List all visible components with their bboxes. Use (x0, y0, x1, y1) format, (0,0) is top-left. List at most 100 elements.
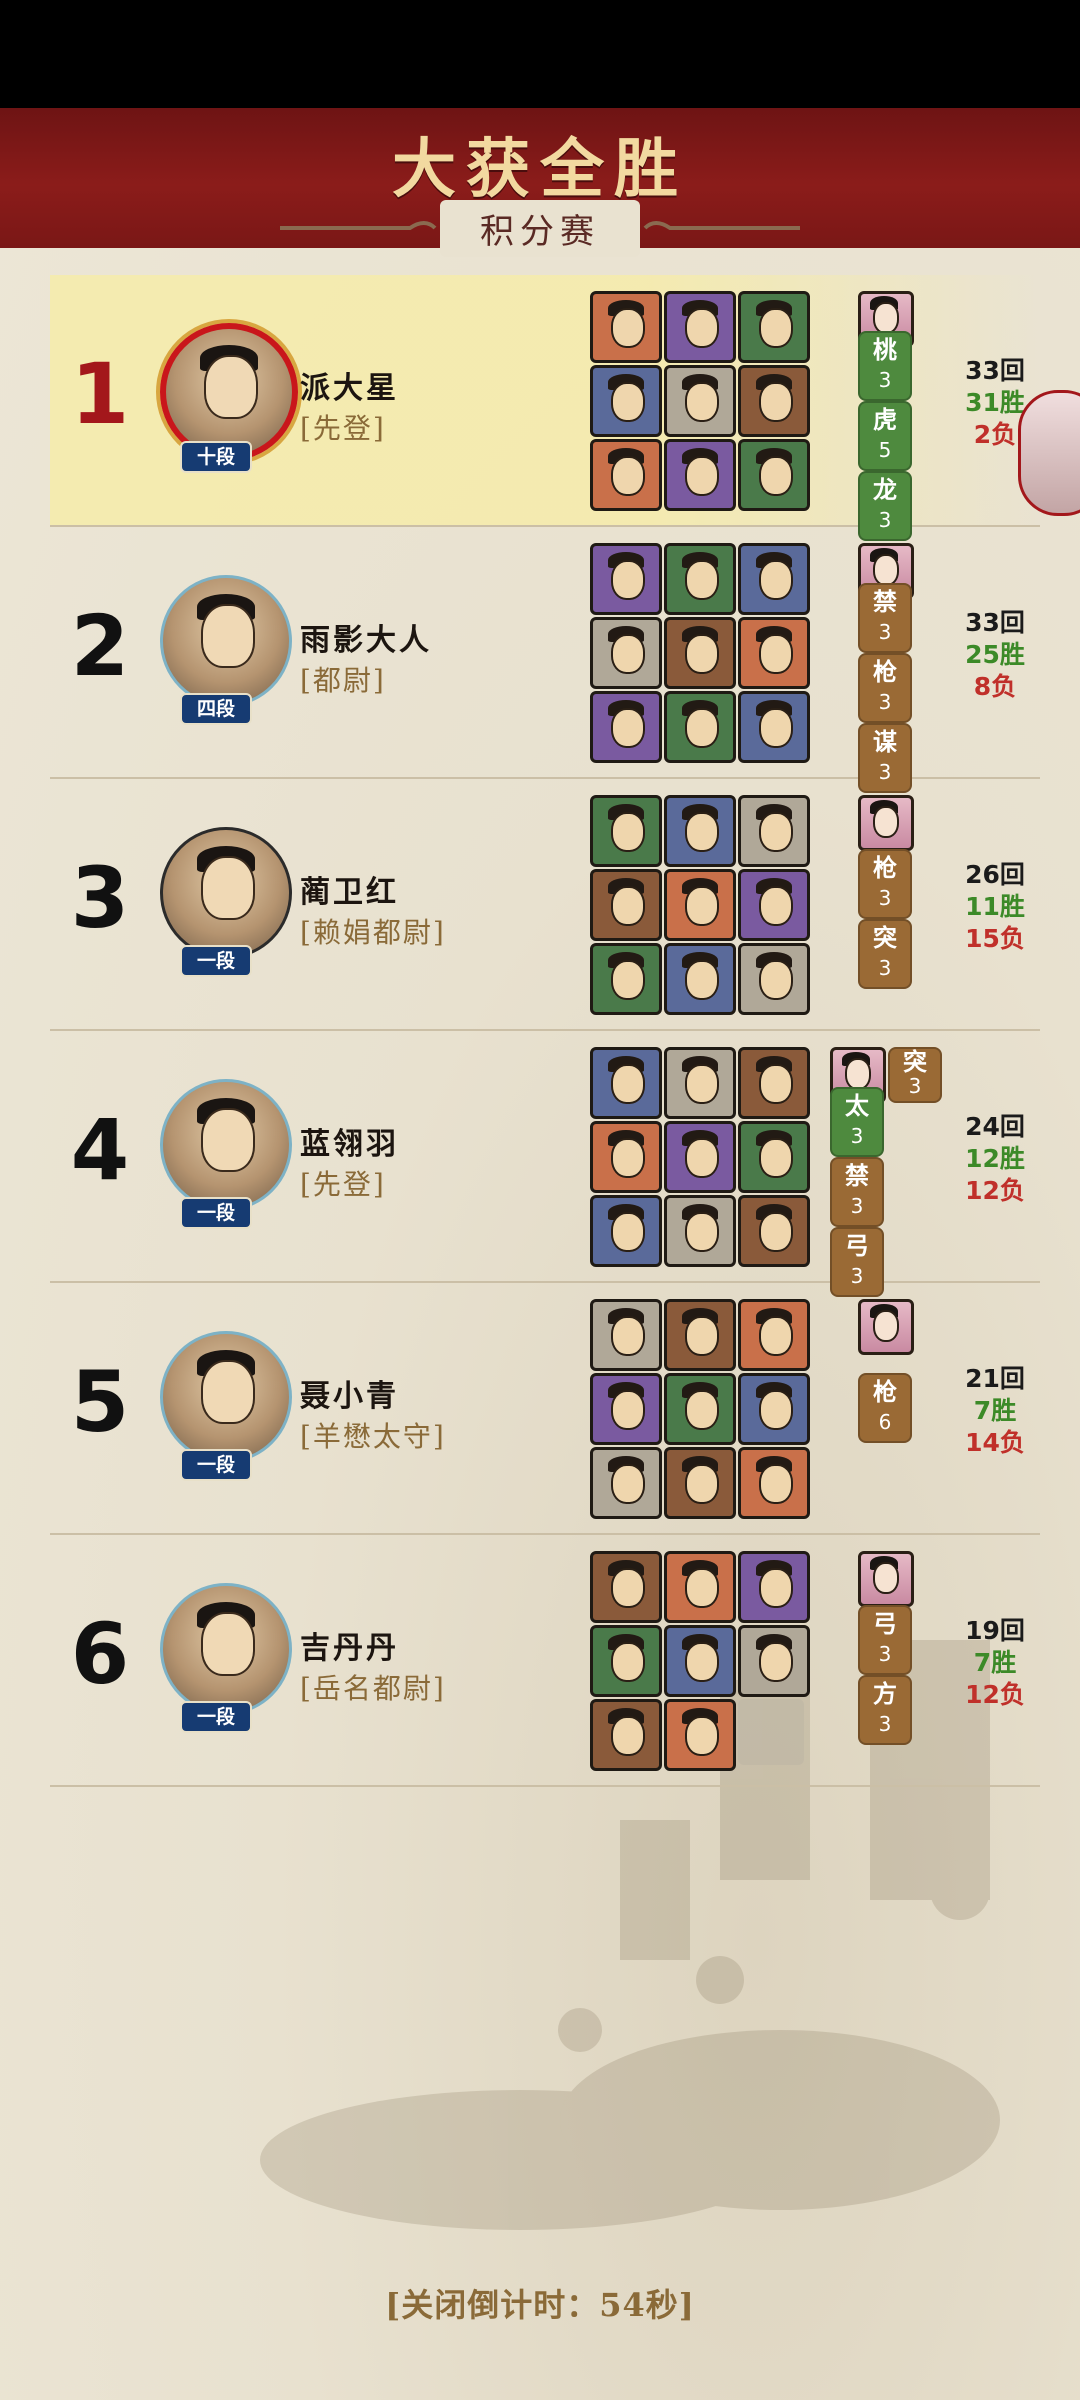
player-avatar[interactable]: 十段 (150, 323, 300, 473)
hero-portrait[interactable] (590, 1699, 662, 1771)
hero-portrait[interactable] (738, 439, 810, 511)
hero-face (759, 1642, 793, 1682)
hero-portrait[interactable] (664, 943, 736, 1015)
synergy-tag[interactable]: 禁3 (858, 583, 912, 653)
hero-portrait[interactable] (738, 1121, 810, 1193)
player-avatar[interactable]: 四段 (150, 575, 300, 725)
hero-portrait[interactable] (664, 365, 736, 437)
hero-portrait[interactable] (590, 1447, 662, 1519)
hero-portrait[interactable] (738, 943, 810, 1015)
hero-portrait[interactable] (590, 869, 662, 941)
hero-portrait[interactable] (664, 1447, 736, 1519)
hero-portrait[interactable] (738, 1195, 810, 1267)
side-avatar-peek[interactable] (1018, 390, 1080, 516)
synergy-tag[interactable]: 枪3 (858, 653, 912, 723)
hero-portrait[interactable] (738, 1047, 810, 1119)
hero-portrait[interactable] (664, 1195, 736, 1267)
ranking-row[interactable]: 1 十段 派大星 [先登] 桃 3 虎 5 龙 3 33回 31胜 2负 (50, 275, 1040, 541)
companion-face (873, 1310, 899, 1342)
hero-portrait[interactable] (590, 1551, 662, 1623)
hero-portrait[interactable] (738, 543, 810, 615)
companion-portrait[interactable] (858, 795, 914, 851)
ranking-row[interactable]: 3 一段 蔺卫红 [赖娟都尉] 枪 3 突 3 26回 11胜 15负 (50, 779, 1040, 1031)
hero-portrait[interactable] (590, 1121, 662, 1193)
player-avatar[interactable]: 一段 (150, 1079, 300, 1229)
hero-portrait[interactable] (590, 1047, 662, 1119)
hero-face (685, 708, 719, 748)
hero-portrait[interactable] (590, 1625, 662, 1697)
synergy-name: 禁 (845, 1161, 869, 1190)
hero-portrait[interactable] (590, 1299, 662, 1371)
hero-portrait[interactable] (664, 1047, 736, 1119)
hero-face (611, 382, 645, 422)
ranking-row[interactable]: 2 四段 雨影大人 [都尉] 禁 3 枪 3 谋 3 33回 25胜 8负 (50, 527, 1040, 793)
avatar-frame (160, 1331, 292, 1463)
hero-portrait[interactable] (738, 1373, 810, 1445)
hero-portrait[interactable] (738, 291, 810, 363)
hero-portrait[interactable] (664, 617, 736, 689)
rounds-played: 21回 (965, 1364, 1025, 1393)
ranking-row[interactable]: 5 一段 聂小青 [羊懋太守] 枪 6 21回 7胜 14负 (50, 1283, 1040, 1535)
player-avatar[interactable]: 一段 (150, 1583, 300, 1733)
synergy-tag[interactable]: 虎5 (858, 401, 912, 471)
hero-portrait[interactable] (590, 365, 662, 437)
hero-portrait[interactable] (738, 1299, 810, 1371)
rank-number: 2 (70, 597, 130, 695)
hero-portrait[interactable] (738, 1625, 810, 1697)
companion-portrait[interactable] (858, 1551, 914, 1607)
hero-portrait[interactable] (664, 543, 736, 615)
synergy-name: 枪 (873, 853, 897, 882)
dan-badge: 十段 (180, 441, 252, 473)
ranking-row[interactable]: 6 一段 吉丹丹 [岳名都尉] 弓 3 方 3 19回 7胜 12负 (50, 1535, 1040, 1787)
synergy-tag[interactable]: 太3 (830, 1087, 884, 1157)
hero-portrait[interactable] (664, 1299, 736, 1371)
hero-portrait[interactable] (664, 795, 736, 867)
hero-portrait[interactable] (738, 1447, 810, 1519)
hero-portrait[interactable] (664, 1551, 736, 1623)
hero-face (685, 1568, 719, 1608)
synergy-tag[interactable]: 禁3 (830, 1157, 884, 1227)
hero-portrait[interactable] (738, 1551, 810, 1623)
player-avatar[interactable]: 一段 (150, 1331, 300, 1481)
hero-portrait[interactable] (590, 617, 662, 689)
hero-portrait[interactable] (590, 439, 662, 511)
hero-portrait[interactable] (738, 869, 810, 941)
hero-portrait[interactable] (664, 1699, 736, 1771)
hero-portrait[interactable] (664, 291, 736, 363)
player-avatar[interactable]: 一段 (150, 827, 300, 977)
hero-portrait[interactable] (738, 617, 810, 689)
synergy-tag[interactable]: 突3 (858, 919, 912, 989)
hero-portrait[interactable] (738, 365, 810, 437)
hero-portrait[interactable] (664, 691, 736, 763)
synergy-name: 枪 (873, 657, 897, 686)
synergy-name: 太 (845, 1091, 869, 1120)
hero-face (759, 308, 793, 348)
losses-count: 15负 (965, 924, 1025, 953)
hero-portrait[interactable] (664, 1625, 736, 1697)
hero-portrait[interactable] (738, 691, 810, 763)
hero-portrait[interactable] (590, 291, 662, 363)
hero-portrait[interactable] (590, 1373, 662, 1445)
synergy-tag[interactable]: 弓3 (858, 1605, 912, 1675)
dan-badge: 一段 (180, 1197, 252, 1229)
synergy-tag[interactable]: 枪6 (858, 1373, 912, 1443)
dan-badge: 四段 (180, 693, 252, 725)
synergy-tag[interactable]: 方3 (858, 1675, 912, 1745)
hero-portrait[interactable] (590, 943, 662, 1015)
hero-portrait[interactable] (590, 795, 662, 867)
hero-portrait[interactable] (664, 1121, 736, 1193)
wins-count: 7胜 (973, 1396, 1017, 1425)
hero-portrait[interactable] (738, 795, 810, 867)
hero-portrait[interactable] (664, 439, 736, 511)
synergy-tag[interactable]: 突3 (888, 1047, 942, 1103)
companion-portrait[interactable] (858, 1299, 914, 1355)
hero-portrait[interactable] (590, 1195, 662, 1267)
synergy-tag[interactable]: 桃3 (858, 331, 912, 401)
synergy-tag[interactable]: 枪3 (858, 849, 912, 919)
hero-portrait[interactable] (664, 1373, 736, 1445)
hero-portrait[interactable] (664, 869, 736, 941)
synergy-level: 3 (878, 620, 892, 644)
hero-portrait[interactable] (590, 543, 662, 615)
ranking-row[interactable]: 4 一段 蓝翎羽 [先登] 太 3 禁 3 弓 3 突 3 24回 12胜 12负 (50, 1031, 1040, 1297)
hero-portrait[interactable] (590, 691, 662, 763)
